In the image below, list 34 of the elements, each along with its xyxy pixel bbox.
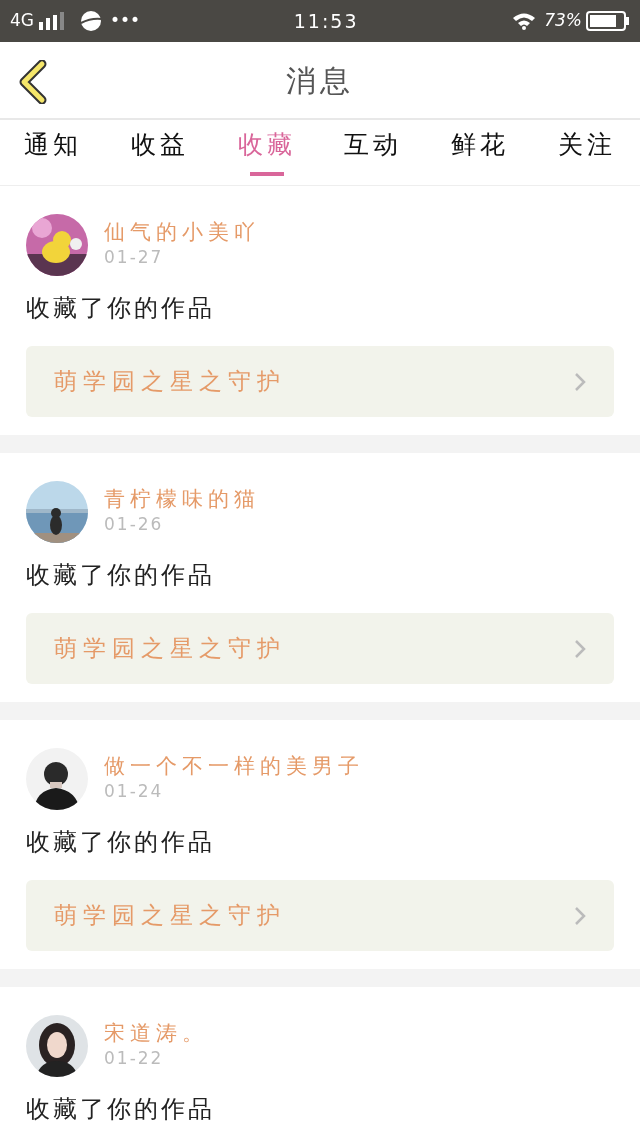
message-text: 收藏了你的作品 (26, 293, 216, 324)
planet-icon (80, 10, 102, 32)
more-dots: ••• (110, 9, 141, 33)
back-icon[interactable] (18, 60, 48, 104)
tab[interactable]: 通知 (20, 120, 87, 185)
user-name[interactable]: 宋道涛。 (104, 1020, 208, 1046)
tab[interactable]: 互动 (340, 120, 407, 185)
message-date: 01-24 (104, 779, 164, 803)
message-text: 收藏了你的作品 (26, 1094, 216, 1125)
signal-icon (38, 12, 64, 30)
user-name[interactable]: 青柠檬味的猫 (104, 486, 260, 512)
wifi-icon (512, 12, 537, 30)
battery-icon (586, 11, 630, 31)
tab[interactable]: 鲜花 (446, 120, 513, 185)
page-title: 消息 (286, 61, 354, 100)
battery-percent: 73% (544, 9, 582, 33)
clock-time: 11:53 (293, 9, 359, 32)
work-link[interactable]: 萌学园之星之守护 (26, 613, 614, 684)
chevron-right-icon (574, 638, 586, 659)
message-text: 收藏了你的作品 (26, 560, 216, 591)
message-date: 01-22 (104, 1046, 164, 1070)
message-date: 01-27 (104, 245, 164, 269)
work-link[interactable]: 萌学园之星之守护 (26, 346, 614, 417)
chevron-right-icon (574, 905, 586, 926)
network-label: 4G (10, 9, 34, 33)
tab[interactable]: 收藏 (233, 120, 300, 185)
chevron-right-icon (574, 371, 586, 392)
work-link[interactable]: 萌学园之星之守护 (26, 880, 614, 951)
message-date: 01-26 (104, 512, 164, 536)
user-name[interactable]: 做一个不一样的美男子 (104, 753, 364, 779)
tab[interactable]: 收益 (127, 120, 193, 185)
user-name[interactable]: 仙气的小美吖 (104, 219, 260, 245)
message-text: 收藏了你的作品 (26, 827, 216, 858)
tab[interactable]: 关注 (553, 120, 620, 185)
